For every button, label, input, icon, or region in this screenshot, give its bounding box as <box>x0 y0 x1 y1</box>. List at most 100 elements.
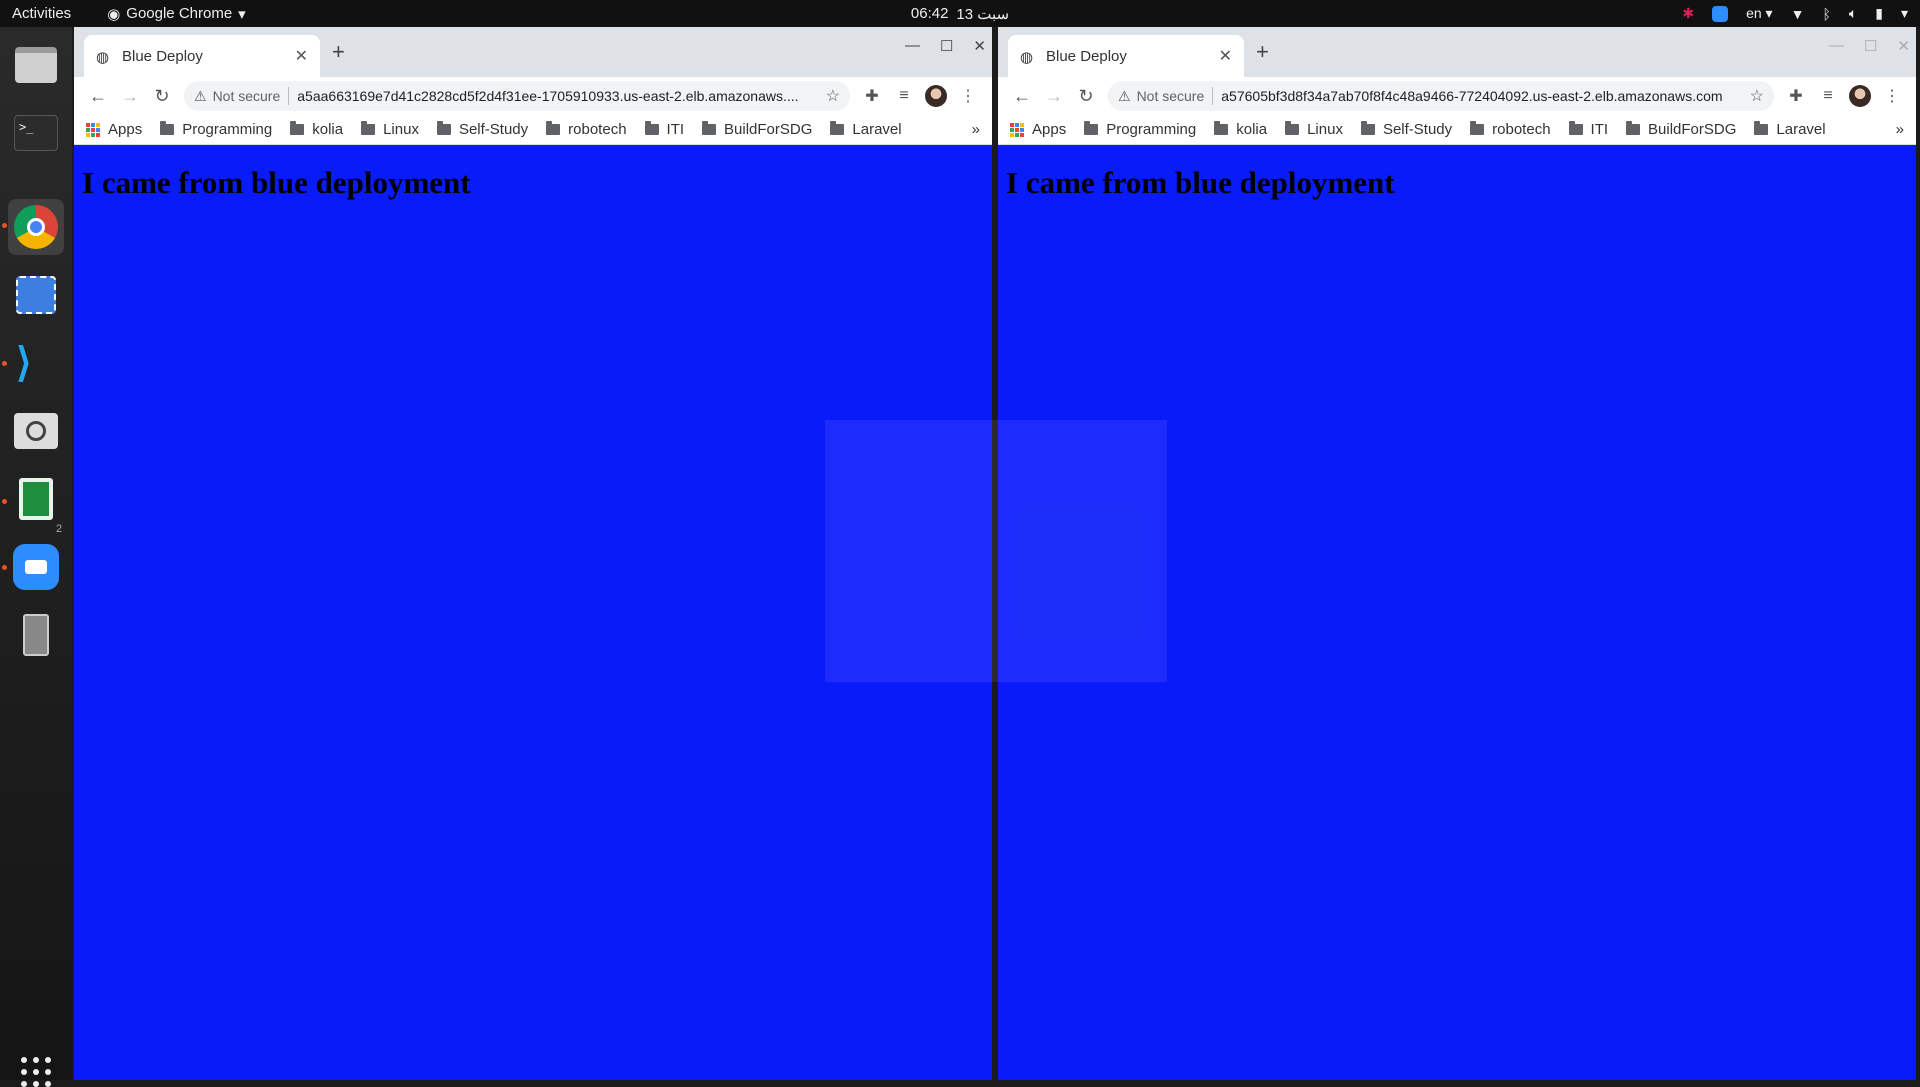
terminal-icon[interactable]: >_ <box>8 105 64 161</box>
chevron-down-icon: ▾ <box>238 5 246 23</box>
bookmark-folder[interactable]: BuildForSDG <box>1626 121 1736 138</box>
warning-icon[interactable]: ⚠ <box>1118 88 1131 105</box>
bookmark-label: Programming <box>182 121 273 138</box>
reload-button[interactable]: ↻ <box>1070 86 1102 107</box>
url-text[interactable]: a5aa663169e7d41c2828cd5f2d4f31ee-1705910… <box>297 88 817 104</box>
chrome-small-icon: ◉ <box>107 5 121 23</box>
browser-window-right[interactable]: ◍ Blue Deploy ✕ + — ☐ ✕ ← → ↻ ⚠ Not secu… <box>998 27 1916 1080</box>
back-button[interactable]: ← <box>1006 86 1038 107</box>
chevron-down-icon[interactable]: ▾ <box>1901 5 1908 22</box>
new-tab-button[interactable]: + <box>1256 39 1269 65</box>
chrome-icon[interactable] <box>8 199 64 255</box>
tab-strip: ◍ Blue Deploy ✕ + — ☐ ✕ <box>74 27 992 77</box>
address-bar[interactable]: ⚠ Not secure a57605bf3d8f34a7ab70f8f4c48… <box>1108 81 1774 111</box>
extensions-icon[interactable]: ✚ <box>1780 86 1812 106</box>
maximize-button[interactable]: ☐ <box>1864 37 1877 55</box>
bookmark-folder[interactable]: robotech <box>1470 121 1551 138</box>
bluetooth-icon[interactable]: ᛒ <box>1822 6 1830 22</box>
new-tab-button[interactable]: + <box>332 39 345 65</box>
bookmark-folder[interactable]: robotech <box>546 121 627 138</box>
menu-dots-icon[interactable]: ⋮ <box>952 86 984 106</box>
bookmark-folder[interactable]: Linux <box>361 121 419 138</box>
bookmark-folder[interactable]: Laravel <box>830 121 902 138</box>
bookmarks-overflow-button[interactable]: » <box>1896 121 1904 138</box>
bookmark-folder[interactable]: Linux <box>1285 121 1343 138</box>
activities-button[interactable]: Activities <box>12 5 71 22</box>
bookmark-folder[interactable]: Self-Study <box>1360 121 1452 138</box>
not-secure-label[interactable]: Not secure <box>1137 88 1205 104</box>
clock-time: 06:42 <box>910 4 949 22</box>
profile-avatar[interactable] <box>1849 85 1871 107</box>
close-tab-icon[interactable]: ✕ <box>1219 46 1232 66</box>
bookmark-folder[interactable]: ITI <box>1568 121 1608 138</box>
slack-icon[interactable]: ✱ <box>1682 5 1694 22</box>
zoom-icon[interactable] <box>8 539 64 595</box>
app-menu[interactable]: ◉ Google Chrome ▾ <box>107 5 246 23</box>
browser-window-left[interactable]: ◍ Blue Deploy ✕ + — ☐ ✕ ← → ↻ ⚠ Not secu… <box>74 27 992 1080</box>
url-text[interactable]: a57605bf3d8f34a7ab70f8f4c48a9466-7724040… <box>1221 88 1741 104</box>
forward-button[interactable]: → <box>1038 86 1070 107</box>
menu-dots-icon[interactable]: ⋮ <box>1876 86 1908 106</box>
bookmarks-bar: Apps Programming kolia Linux Self-Study … <box>74 115 992 145</box>
tab-strip: ◍ Blue Deploy ✕ + — ☐ ✕ <box>998 27 1916 77</box>
media-control-icon[interactable]: ≡ <box>1812 87 1844 105</box>
spreadsheet-icon[interactable] <box>8 471 64 527</box>
zoom-tray-icon[interactable] <box>1712 5 1729 22</box>
minimize-button[interactable]: — <box>905 37 920 55</box>
bookmarks-overflow-button[interactable]: » <box>972 121 980 138</box>
bookmark-label: BuildForSDG <box>1648 121 1737 138</box>
browser-toolbar: ← → ↻ ⚠ Not secure a57605bf3d8f34a7ab70f… <box>998 77 1916 115</box>
bookmark-folder[interactable]: Programming <box>1084 121 1196 138</box>
tab-blue-deploy[interactable]: ◍ Blue Deploy ✕ <box>1008 35 1244 77</box>
maximize-button[interactable]: ☐ <box>940 37 953 55</box>
clock[interactable]: 06:42 سبت 13 <box>911 5 1009 23</box>
bookmark-label: ITI <box>666 121 685 138</box>
system-tray[interactable]: ✱ en ▾ ▼ ᛒ 🔈︎ ▮ ▾ <box>1682 5 1908 22</box>
bookmark-label: Laravel <box>852 121 902 138</box>
forward-button[interactable]: → <box>114 86 146 107</box>
bookmark-star-icon[interactable]: ☆ <box>1750 86 1764 106</box>
reload-button[interactable]: ↻ <box>146 86 178 107</box>
clock-date: سبت 13 <box>956 5 1010 23</box>
bookmark-folder[interactable]: kolia <box>1214 121 1267 138</box>
screenshot-icon[interactable] <box>8 267 64 323</box>
files-icon[interactable] <box>8 37 64 93</box>
folder-icon <box>436 121 451 135</box>
window-controls: — ☐ ✕ <box>905 37 986 55</box>
media-control-icon[interactable]: ≡ <box>888 87 920 105</box>
bookmark-folder[interactable]: kolia <box>290 121 343 138</box>
bookmark-folder[interactable]: ITI <box>644 121 685 138</box>
running-indicator <box>2 223 7 228</box>
volume-icon[interactable]: 🔈︎ <box>1849 5 1857 22</box>
language-indicator[interactable]: en ▾ <box>1746 5 1773 22</box>
close-window-button[interactable]: ✕ <box>973 37 986 55</box>
close-window-button[interactable]: ✕ <box>1897 37 1910 55</box>
folder-icon <box>1754 121 1769 135</box>
minimize-button[interactable]: — <box>1829 37 1844 55</box>
show-applications-button[interactable] <box>21 1057 51 1087</box>
magnifier-icon[interactable] <box>8 403 64 459</box>
wifi-icon[interactable]: ▼ <box>1791 6 1805 22</box>
vscode-icon[interactable]: ⟩ <box>8 335 64 391</box>
profile-avatar[interactable] <box>925 85 947 107</box>
browser-toolbar: ← → ↻ ⚠ Not secure a5aa663169e7d41c2828c… <box>74 77 992 115</box>
bookmark-folder[interactable]: Self-Study <box>436 121 528 138</box>
back-button[interactable]: ← <box>82 86 114 107</box>
bookmark-folder[interactable]: Laravel <box>1754 121 1826 138</box>
address-bar[interactable]: ⚠ Not secure a5aa663169e7d41c2828cd5f2d4… <box>184 81 850 111</box>
device-icon[interactable] <box>8 607 64 663</box>
warning-icon[interactable]: ⚠ <box>194 88 207 105</box>
not-secure-label[interactable]: Not secure <box>213 88 281 104</box>
bookmark-apps[interactable]: Apps <box>1010 121 1066 138</box>
bookmark-label: BuildForSDG <box>724 121 813 138</box>
extensions-icon[interactable]: ✚ <box>856 86 888 106</box>
bookmark-folder[interactable]: BuildForSDG <box>702 121 812 138</box>
close-tab-icon[interactable]: ✕ <box>295 46 308 66</box>
tab-blue-deploy[interactable]: ◍ Blue Deploy ✕ <box>84 35 320 77</box>
folder-icon <box>546 121 561 135</box>
bookmark-folder[interactable]: Programming <box>160 121 272 138</box>
bookmark-star-icon[interactable]: ☆ <box>826 86 840 106</box>
bookmark-apps[interactable]: Apps <box>86 121 142 138</box>
folder-icon <box>361 121 376 135</box>
battery-icon[interactable]: ▮ <box>1875 5 1883 22</box>
